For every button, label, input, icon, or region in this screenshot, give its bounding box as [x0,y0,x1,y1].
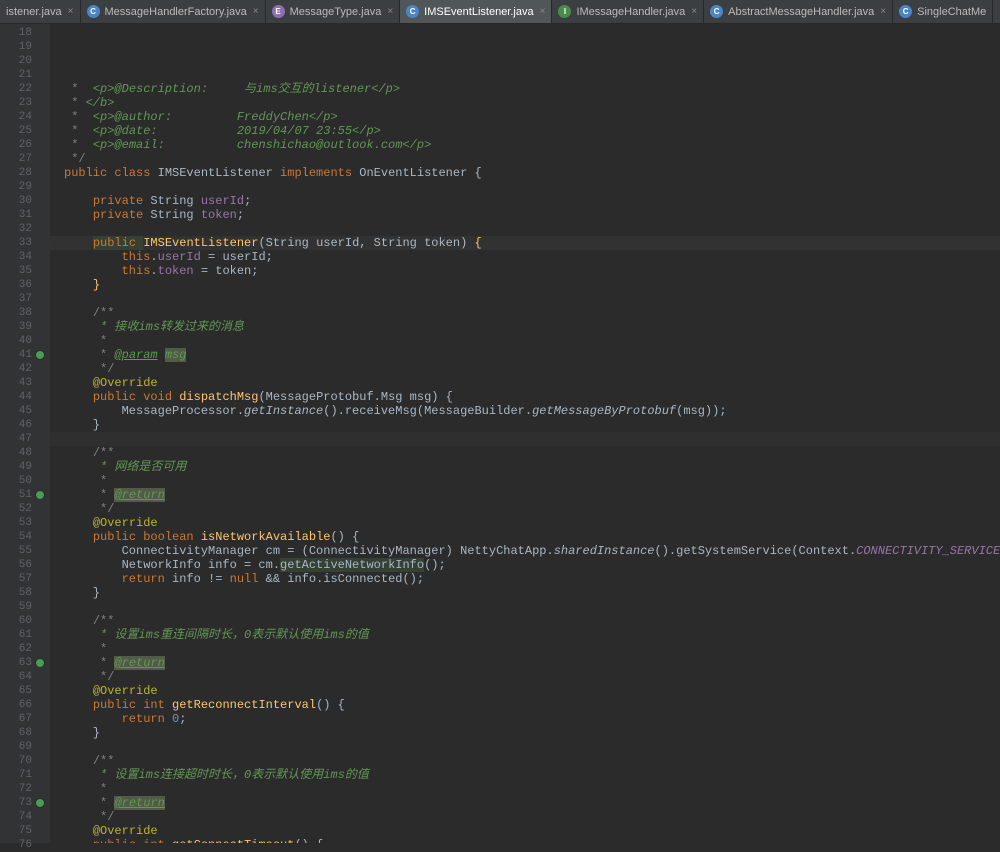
file-type-icon: C [406,5,419,18]
close-icon[interactable]: × [68,6,74,17]
tab-abstractmessagehandler-java[interactable]: C AbstractMessageHandler.java × [704,0,893,23]
override-gutter-icon[interactable] [35,798,45,808]
tab-label: MessageHandlerFactory.java [105,6,247,18]
code-area[interactable]: * <p>@Description: 与ims交互的listener</p> *… [50,24,1000,843]
tab-label: IMessageHandler.java [576,6,685,18]
tab-messagehandlerfactory-java[interactable]: C MessageHandlerFactory.java × [81,0,266,23]
file-type-icon: E [272,5,285,18]
tab-imseventlistener-java[interactable]: C IMSEventListener.java × [400,0,552,23]
file-type-icon: C [87,5,100,18]
close-icon[interactable]: × [691,6,697,17]
tab-istener-java[interactable]: istener.java × [0,0,81,23]
override-gutter-icon[interactable] [35,350,45,360]
editor-tabs: istener.java × C MessageHandlerFactory.java… [0,0,1000,24]
tab-label: SingleChatMe [917,6,986,18]
close-icon[interactable]: × [880,6,886,17]
tab-imessagehandler-java[interactable]: I IMessageHandler.java × [552,0,704,23]
tab-messagetype-java[interactable]: E MessageType.java × [266,0,401,23]
close-icon[interactable]: × [540,6,546,17]
file-type-icon: C [899,5,912,18]
tab-label: AbstractMessageHandler.java [728,6,874,18]
tab-label: IMSEventListener.java [424,6,533,18]
file-type-icon: C [710,5,723,18]
line-numbers: 18 19 20 21 22 23 24 25 26 27 28 29 30 3… [0,26,32,852]
close-icon[interactable]: × [387,6,393,17]
tab-singlechatme[interactable]: C SingleChatMe [893,0,993,23]
tab-label: istener.java [6,6,62,18]
override-gutter-icon[interactable] [35,490,45,500]
override-gutter-icon[interactable] [35,658,45,668]
editor: 18 19 20 21 22 23 24 25 26 27 28 29 30 3… [0,24,1000,843]
tab-label: MessageType.java [290,6,382,18]
gutter: 18 19 20 21 22 23 24 25 26 27 28 29 30 3… [0,24,50,843]
file-type-icon: I [558,5,571,18]
close-icon[interactable]: × [253,6,259,17]
